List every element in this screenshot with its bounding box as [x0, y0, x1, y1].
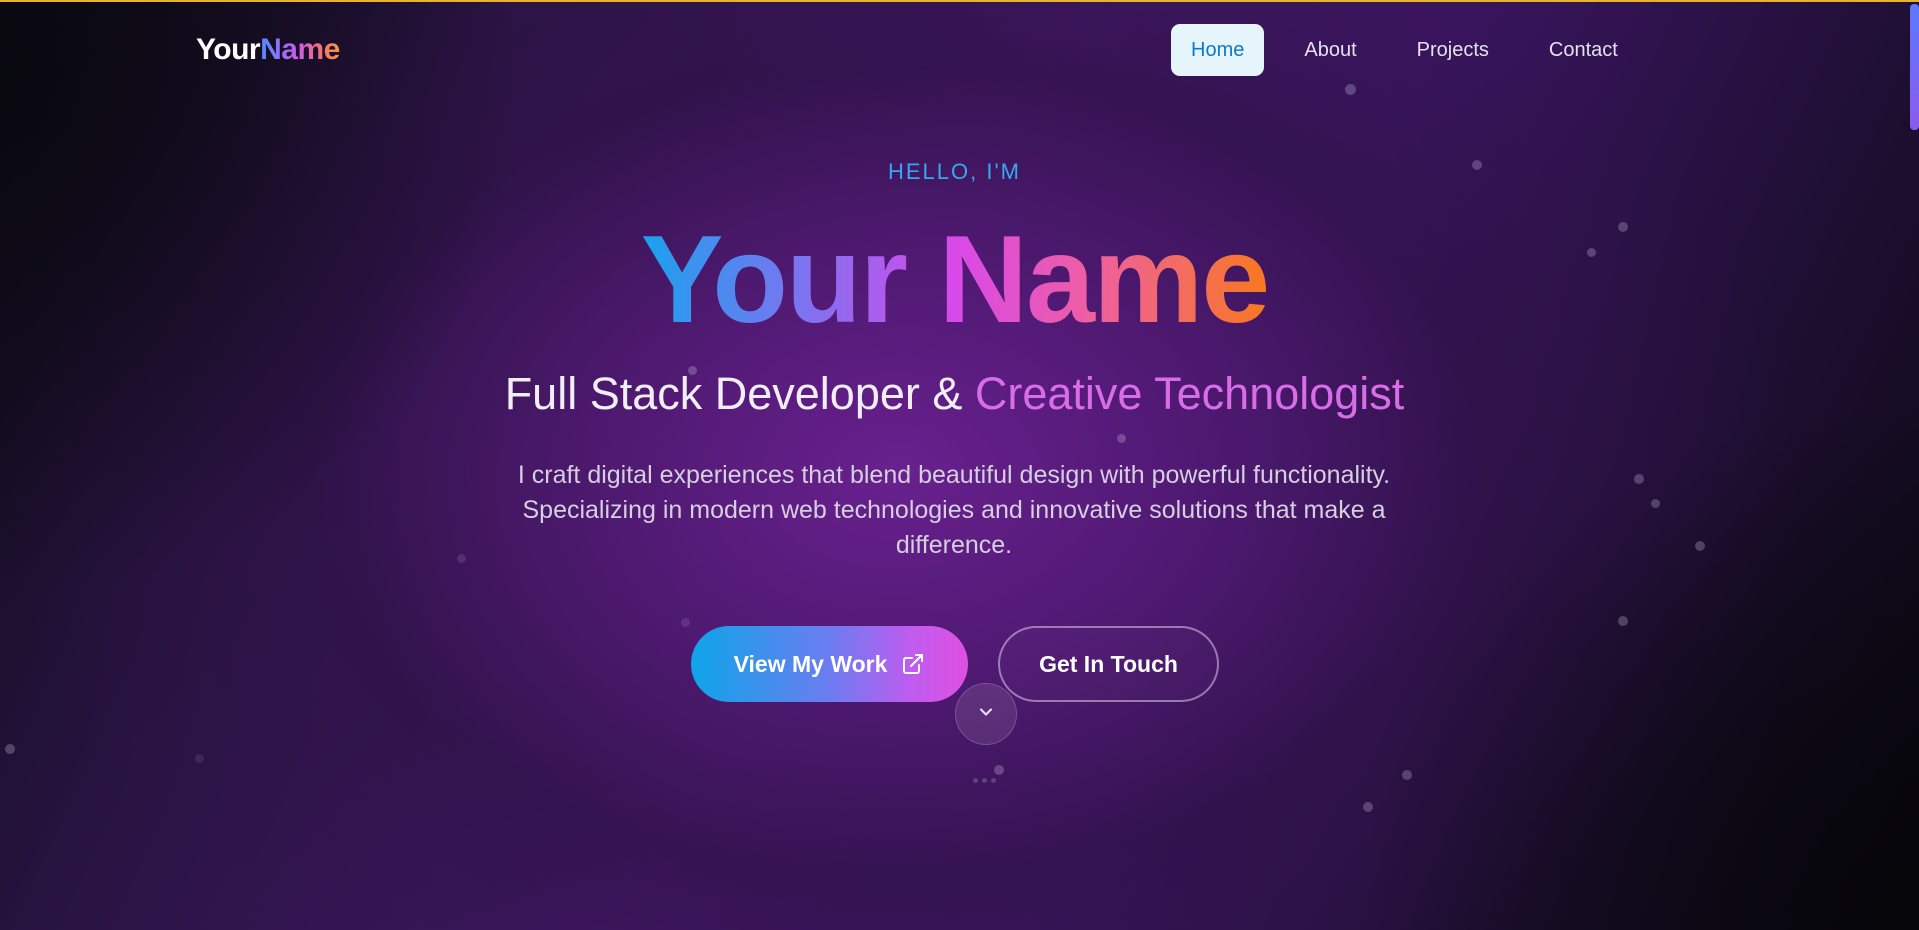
particle — [1117, 434, 1126, 443]
hero-name-heading: Your Name — [0, 210, 1909, 350]
view-my-work-label: View My Work — [733, 650, 888, 677]
particle — [1402, 770, 1412, 780]
logo-text-first: Your — [196, 33, 261, 66]
particle — [1618, 616, 1628, 626]
nav-link-projects[interactable]: Projects — [1397, 24, 1509, 76]
top-navbar: YourName Home About Projects Contact — [0, 2, 1919, 98]
hero-subtitle-main: Full Stack Developer & — [504, 368, 975, 419]
chevron-down-icon — [976, 702, 996, 727]
particle — [1695, 541, 1705, 551]
hero-name-text: Your Name — [640, 211, 1270, 349]
site-logo[interactable]: YourName — [196, 32, 340, 68]
particle — [1634, 474, 1644, 484]
particle — [681, 618, 690, 627]
nav-links: Home About Projects Contact — [1171, 24, 1658, 76]
external-link-icon — [901, 652, 925, 676]
particle — [195, 754, 204, 763]
hero-description: I craft digital experiences that blend b… — [517, 461, 1391, 559]
scroll-indicator-dots — [973, 778, 1000, 783]
particle — [457, 554, 466, 563]
hero-greeting: HELLO, I'M — [887, 159, 1021, 184]
scroll-down-button[interactable] — [955, 683, 1017, 745]
nav-link-home[interactable]: Home — [1171, 24, 1265, 76]
particle — [994, 765, 1004, 775]
particle — [1651, 499, 1660, 508]
hero-subtitle: Full Stack Developer & Creative Technolo… — [0, 366, 1909, 422]
page-scrollbar[interactable] — [1909, 4, 1919, 930]
particle — [1363, 802, 1373, 812]
portfolio-page: YourName Home About Projects Contact HEL… — [0, 0, 1919, 930]
view-my-work-button[interactable]: View My Work — [691, 626, 968, 702]
get-in-touch-button[interactable]: Get In Touch — [998, 626, 1219, 702]
hero-subtitle-accent: Creative Technologist — [974, 368, 1405, 419]
nav-link-contact[interactable]: Contact — [1529, 24, 1638, 76]
logo-text-second: Name — [260, 33, 340, 66]
particle — [5, 744, 15, 754]
get-in-touch-label: Get In Touch — [1039, 650, 1178, 677]
scrollbar-thumb[interactable] — [1910, 4, 1919, 130]
nav-link-about[interactable]: About — [1284, 24, 1376, 76]
